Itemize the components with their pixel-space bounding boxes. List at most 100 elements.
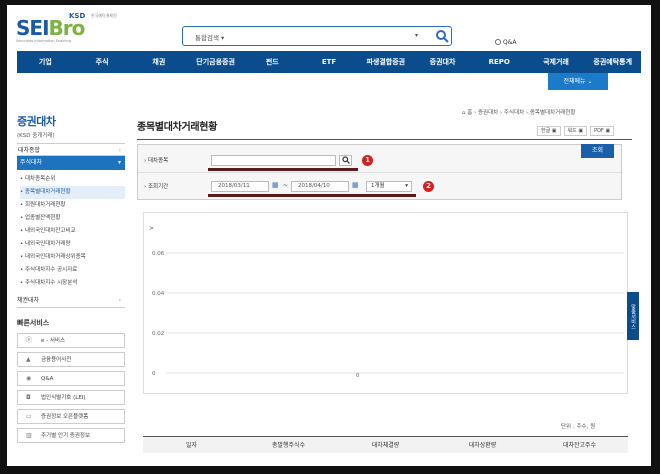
logo-sub: Securities Information Enabling (16, 39, 71, 43)
chart-svg: >0.06 0.04 0.02 0 0 (149, 225, 624, 379)
search-form: › 대차종목 1 › 조회기간 2018/03/11 ▦ ~ 2018/04/1… (137, 144, 622, 200)
cap-icon: ▲ (26, 356, 31, 363)
calendar-icon[interactable]: ▦ (272, 181, 279, 189)
table-header: 일자 총발행주식수 대차체결량 대차상환량 대차잔고주수 (143, 436, 628, 453)
sidebar-subitem[interactable]: • 업종별잔액현황 (20, 212, 125, 225)
period-select[interactable]: 1개월 ▾ (366, 181, 412, 192)
sidebar-subitem[interactable]: • 주식대차지수 시장분석 (20, 277, 125, 290)
quick-service-qna[interactable]: ◉ Q&A (17, 371, 125, 386)
data-label: 0 (356, 373, 360, 379)
sidebar-subitem[interactable]: • 주식대차지수 공시자료 (20, 264, 125, 277)
all-menu-button[interactable]: 전체메뉴 ⌄ (548, 73, 608, 90)
column-header[interactable]: 일자 (143, 437, 240, 453)
quick-service-lei[interactable]: ◘ 법인식별기호 (LEI) (17, 390, 125, 405)
quick-service-dictionary[interactable]: ▲ 금융용어사전 (17, 352, 125, 367)
sidebar-subitem[interactable]: • 내외국인대차거래량 (20, 238, 125, 251)
nav-item[interactable]: REPO (471, 51, 528, 73)
sidebar-sublist: • 대차종목순위 • 종목별대차거래현황 • 회원대차거래현황 • 업종별잔액현… (17, 170, 125, 290)
search-box[interactable]: 통합검색 ▾ ▾ (182, 26, 452, 46)
nav-item[interactable]: 기업 (17, 51, 74, 73)
form-row-period: › 조회기간 2018/03/11 ▦ ~ 2018/04/10 ▦ 1개월 ▾ … (138, 173, 621, 199)
y-tick-label: 0 (152, 371, 156, 377)
sidebar-subitem[interactable]: • 내외국인대차잔고비교 (20, 225, 125, 238)
y-tick-label: 0.04 (152, 291, 165, 297)
quick-service-list: ⓔ e - 서비스 ▲ 금융용어사전 ◉ Q&A ◘ 법인식별기호 (LEI) ▭ 증권정… (17, 333, 125, 443)
sidebar: 증권대차 (KSD 중개거래) 대차종합 › 주식대차 ▾ • 대차종목순위 • 종… (17, 113, 125, 447)
chat-icon: ◉ (26, 375, 32, 382)
chevron-right-icon: › (118, 297, 121, 304)
export-buttons: 한글 ▣ 워드 ▣ PDF ▣ (537, 126, 615, 136)
qna-icon (495, 39, 501, 45)
label-stock: › 대차종목 (144, 158, 169, 164)
annotation-underline (208, 194, 416, 197)
export-pdf-button[interactable]: PDF ▣ (590, 126, 615, 136)
column-header[interactable]: 대차상환량 (434, 437, 531, 453)
chart-area: >0.06 0.04 0.02 0 0 (143, 212, 628, 394)
calendar-icon[interactable]: ▦ (352, 181, 359, 189)
stock-search-button[interactable] (339, 155, 352, 166)
quick-service-title: 빠른서비스 (17, 319, 50, 327)
nav-item[interactable]: 파생결합증권 (357, 51, 414, 73)
chevron-down-icon[interactable]: ▾ (415, 32, 418, 39)
sidebar-title: 증권대차 (17, 115, 56, 128)
nav-item[interactable]: 증권예탁통계 (584, 51, 641, 73)
unit-label: 단위 : 주수, 원 (561, 424, 596, 430)
quick-service-open-platform[interactable]: ▭ 증권정보 오픈플랫폼 (17, 409, 125, 424)
sidebar-subitem[interactable]: • 회원대차거래현황 (20, 199, 125, 212)
sidebar-subitem[interactable]: • 대차종목순위 (20, 173, 125, 186)
label-period: › 조회기간 (144, 184, 169, 190)
page-title: 종목별대차거래현황 (137, 122, 218, 133)
annotation-badge-2: 2 (423, 181, 434, 192)
top-bar: SEIBro KSD 한국예탁결제원 Securities Informatio… (7, 5, 651, 51)
app-window: SEIBro KSD 한국예탁결제원 Securities Informatio… (7, 5, 651, 466)
date-separator: ~ (283, 182, 289, 189)
nav-item[interactable]: 주식 (74, 51, 131, 73)
annotation-underline (208, 168, 358, 171)
nav-item[interactable]: 국제거래 (528, 51, 585, 73)
nav-item[interactable]: 채권 (130, 51, 187, 73)
captech-icon: ▭ (26, 413, 32, 420)
annotation-badge-1: 1 (362, 155, 373, 166)
search-icon (341, 156, 350, 164)
y-tick-label: 0.06 (152, 251, 165, 257)
breadcrumb: ⌂ 홈 › 증권대차 › 주식대차 › 종목별대차거래현황 (462, 110, 576, 116)
nav-item[interactable]: 단기금융증권 (187, 51, 244, 73)
search-icon[interactable] (435, 29, 449, 43)
chart-icon: ▥ (26, 432, 32, 439)
column-header[interactable]: 총발행주식수 (240, 437, 337, 453)
sidebar-item-summary[interactable]: 대차종합 › (17, 143, 125, 156)
sidebar-subitem-current[interactable]: • 종목별대차거래현황 (20, 186, 125, 199)
column-header[interactable]: 대차잔고주수 (531, 437, 628, 453)
stock-input[interactable] (211, 155, 336, 166)
e-icon: ⓔ (26, 337, 33, 344)
search-submit-button[interactable]: 조회 (581, 144, 614, 158)
column-header[interactable]: 대차체결량 (337, 437, 434, 453)
chevron-down-icon: ▾ (405, 183, 408, 189)
sidebar-item-bond-lending[interactable]: 채권대차 › (17, 294, 125, 308)
qna-link[interactable]: Q&A (495, 39, 517, 46)
export-word-button[interactable]: 워드 ▣ (563, 126, 588, 136)
sidebar-item-stock-lending[interactable]: 주식대차 ▾ (17, 156, 125, 170)
quick-service-e-service[interactable]: ⓔ e - 서비스 (17, 333, 125, 348)
custom-service-tab[interactable]: 맞춤서비스 (627, 292, 639, 340)
lei-icon: ◘ (26, 394, 31, 401)
date-to-input[interactable]: 2018/04/10 (291, 181, 349, 192)
logo-ksd-sub: 한국예탁결제원 (91, 13, 117, 18)
sidebar-subitem[interactable]: • 내외국인대차거래상위종목 (20, 251, 125, 264)
date-from-input[interactable]: 2018/03/11 (211, 181, 269, 192)
nav-item[interactable]: 증권대차 (414, 51, 471, 73)
nav-item[interactable]: 펀드 (244, 51, 301, 73)
sidebar-subtitle: (KSD 중개거래) (17, 133, 55, 139)
title-divider (137, 139, 632, 140)
form-row-stock: › 대차종목 1 (138, 145, 621, 173)
main-nav: 기업 주식 채권 단기금융증권 펀드 ETF 파생결합증권 증권대차 REPO … (17, 51, 641, 73)
quick-service-popular[interactable]: ▥ 주기별 인기 증권정보 (17, 428, 125, 443)
chevron-down-icon: ▾ (117, 159, 121, 166)
chevron-down-icon: ⌄ (587, 78, 593, 85)
logo-ksd: KSD (69, 12, 86, 20)
export-hwp-button[interactable]: 한글 ▣ (537, 126, 561, 136)
search-select[interactable]: 통합검색 ▾ (195, 32, 224, 42)
nav-item[interactable]: ETF (301, 51, 358, 73)
y-tick-label: 0.02 (152, 331, 164, 337)
chart-marker: > (149, 225, 154, 232)
